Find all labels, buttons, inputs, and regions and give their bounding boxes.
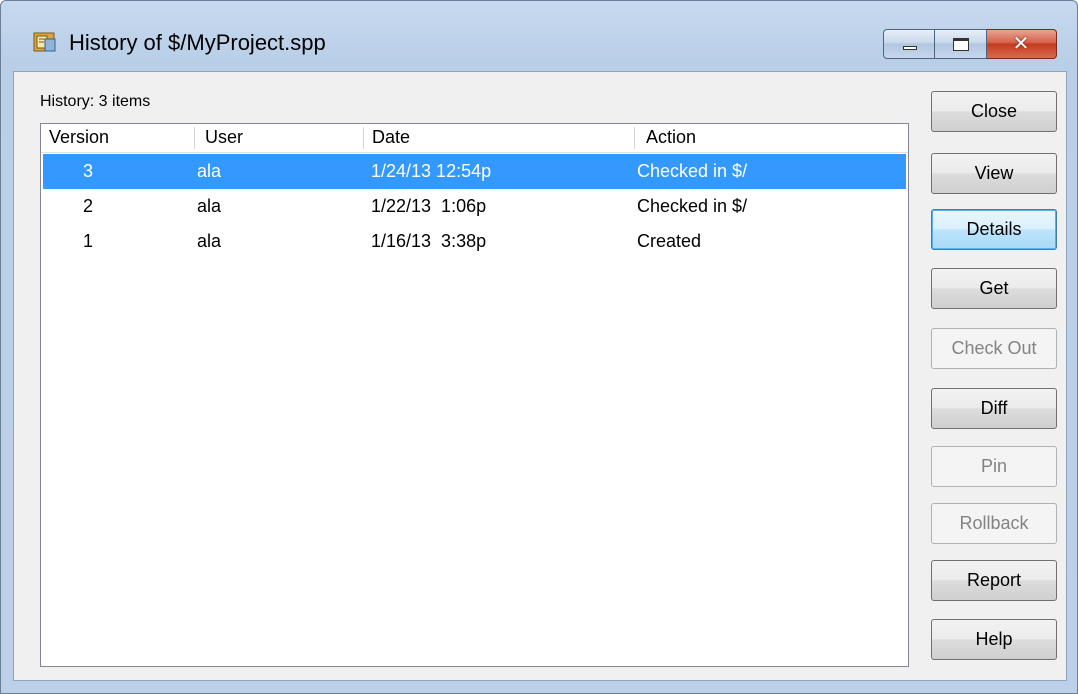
diff-button[interactable]: Diff: [931, 388, 1057, 429]
column-divider[interactable]: [194, 127, 195, 149]
cell-action: Checked in $/: [637, 161, 748, 181]
maximize-button[interactable]: [935, 29, 987, 59]
table-row[interactable]: 2 ala 1/22/13 1:06p Checked in $/: [43, 189, 906, 224]
column-divider[interactable]: [363, 127, 364, 149]
column-header-action[interactable]: Action: [646, 124, 696, 151]
maximize-icon: [953, 38, 969, 51]
minimize-button[interactable]: [883, 29, 935, 59]
report-button[interactable]: Report: [931, 560, 1057, 601]
cell-action: Created: [637, 231, 702, 251]
view-button[interactable]: View: [931, 153, 1057, 194]
cell-user: ala: [197, 231, 222, 251]
cell-version: 2: [83, 196, 94, 216]
history-dialog: History of $/MyProject.spp ✕ History: 3 …: [0, 0, 1078, 694]
list-header: Version User Date Action: [41, 124, 908, 153]
get-button[interactable]: Get: [931, 268, 1057, 309]
cell-version: 3: [83, 161, 94, 181]
help-button[interactable]: Help: [931, 619, 1057, 660]
minimize-icon: [903, 46, 917, 50]
dialog-body: History: 3 items Version User Date Actio…: [13, 71, 1067, 681]
window-title: History of $/MyProject.spp: [69, 30, 326, 55]
rollback-button: Rollback: [931, 503, 1057, 544]
check-out-button: Check Out: [931, 328, 1057, 369]
close-window-button[interactable]: ✕: [987, 29, 1057, 59]
table-row[interactable]: 3 ala 1/24/13 12:54p Checked in $/: [43, 154, 906, 189]
close-button[interactable]: Close: [931, 91, 1057, 132]
cell-user: ala: [197, 161, 222, 181]
cell-date: 1/24/13 12:54p: [371, 161, 492, 181]
column-header-version[interactable]: Version: [49, 124, 109, 151]
table-row[interactable]: 1 ala 1/16/13 3:38p Created: [43, 224, 906, 259]
history-window-icon: [33, 31, 57, 53]
column-divider[interactable]: [634, 127, 635, 149]
column-header-date[interactable]: Date: [372, 124, 410, 151]
history-list[interactable]: Version User Date Action 3 ala 1/24/13 1…: [40, 123, 909, 667]
cell-date: 1/16/13 3:38p: [371, 231, 487, 251]
cell-user: ala: [197, 196, 222, 216]
history-count-label: History: 3 items: [40, 93, 151, 110]
title-bar[interactable]: History of $/MyProject.spp ✕: [1, 1, 1077, 71]
close-icon: ✕: [1012, 33, 1030, 55]
pin-button: Pin: [931, 446, 1057, 487]
cell-action: Checked in $/: [637, 196, 748, 216]
column-header-user[interactable]: User: [205, 124, 243, 151]
details-button[interactable]: Details: [931, 209, 1057, 250]
cell-date: 1/22/13 1:06p: [371, 196, 487, 216]
cell-version: 1: [83, 231, 94, 251]
